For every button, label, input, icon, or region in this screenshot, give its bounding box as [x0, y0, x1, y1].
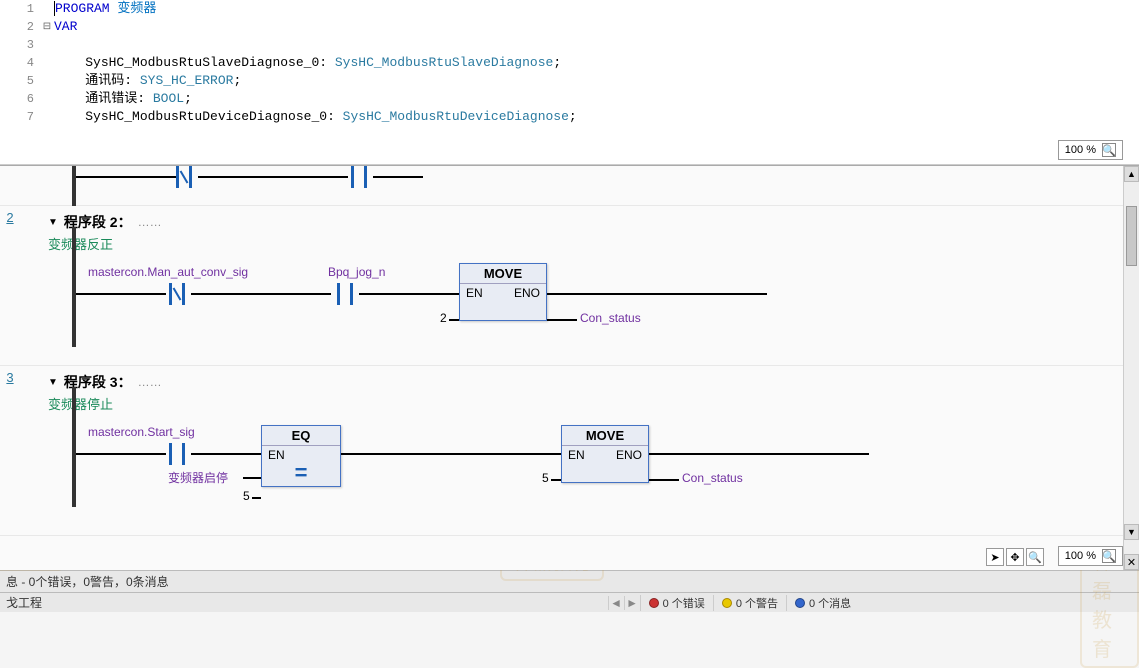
ladder-diagram-pane[interactable]: 2 ▼ 程序段 2： …… 变频器反正 mastercon.Man_aut_co…: [0, 165, 1139, 570]
line-number: 2: [0, 18, 40, 36]
warnings-count: 0 个警告: [736, 595, 778, 611]
scroll-thumb[interactable]: [1126, 206, 1137, 266]
warning-dot-icon: [722, 598, 732, 608]
zoom-value: 100 %: [1065, 550, 1096, 562]
code-line[interactable]: 3: [0, 36, 1139, 54]
zoom-icon[interactable]: 🔍: [1026, 548, 1044, 566]
code-editor-pane[interactable]: 1PROGRAM 变频器2⊟VAR34 SysHC_ModbusRtuSlave…: [0, 0, 1139, 165]
code-line[interactable]: 5 通讯码: SYS_HC_ERROR;: [0, 72, 1139, 90]
contact-no[interactable]: [163, 443, 191, 465]
messages-count: 0 个消息: [809, 595, 851, 611]
ladder-toolbar: ➤ ✥ 🔍: [986, 548, 1044, 566]
code-line[interactable]: 2⊟VAR: [0, 18, 1139, 36]
tab-next-icon[interactable]: ►: [624, 596, 640, 610]
network-comment: 变频器反正: [0, 234, 1139, 257]
code-text[interactable]: SysHC_ModbusRtuSlaveDiagnose_0: SysHC_Mo…: [54, 54, 561, 72]
network-number: 3: [0, 370, 20, 385]
line-number: 5: [0, 72, 40, 90]
code-line[interactable]: 7 SysHC_ModbusRtuDeviceDiagnose_0: SysHC…: [0, 108, 1139, 126]
code-text[interactable]: 通讯码: SYS_HC_ERROR;: [54, 72, 241, 90]
error-dot-icon: [649, 598, 659, 608]
line-number: 6: [0, 90, 40, 108]
zoom-icon[interactable]: 🔍: [1102, 549, 1116, 563]
network-partial: [0, 166, 1139, 206]
network-3: 3 ▼ 程序段 3： …… 变频器停止 mastercon.Start_sig …: [0, 366, 1139, 536]
zoom-icon[interactable]: 🔍: [1102, 143, 1116, 157]
line-number: 7: [0, 108, 40, 126]
eq-symbol: =: [262, 464, 340, 486]
pan-icon[interactable]: ✥: [1006, 548, 1024, 566]
project-tab-label[interactable]: 戈工程: [0, 594, 48, 611]
code-line[interactable]: 1 PROGRAM 变频器: [0, 0, 1139, 18]
contact-no[interactable]: [331, 283, 359, 305]
fbd-pin-eno: ENO: [514, 286, 540, 300]
errors-tab[interactable]: 0 个错误: [640, 595, 713, 611]
scroll-down-icon[interactable]: ▼: [1124, 524, 1139, 540]
contact-nc[interactable]: [170, 166, 198, 188]
status-bar: 息 - 0个错误，0警告，0条消息: [0, 570, 1139, 592]
close-icon[interactable]: ✕: [1124, 554, 1139, 570]
scroll-up-icon[interactable]: ▲: [1124, 166, 1139, 182]
fbd-pin-en: EN: [466, 286, 483, 300]
fbd-move-block[interactable]: MOVE EN ENO: [459, 263, 547, 321]
variable-label[interactable]: mastercon.Man_aut_conv_sig: [88, 265, 248, 279]
disclose-icon[interactable]: ▼: [48, 377, 58, 388]
status-text: 息 - 0个错误，0警告，0条消息: [6, 575, 169, 589]
fbd-pin-en: EN: [568, 448, 585, 462]
pointer-icon[interactable]: ➤: [986, 548, 1004, 566]
input-constant[interactable]: 2: [440, 311, 447, 325]
vertical-scrollbar[interactable]: ▲ ▼ ✕: [1123, 166, 1139, 570]
variable-label[interactable]: Bpq_jog_n: [328, 265, 385, 279]
tab-prev-icon[interactable]: ◄: [608, 596, 624, 610]
fold-icon[interactable]: ⊟: [40, 18, 54, 36]
contact-no[interactable]: [345, 166, 373, 188]
line-number: 1: [0, 0, 40, 18]
zoom-control-bottom[interactable]: 100 % 🔍: [1058, 546, 1123, 566]
network-2: 2 ▼ 程序段 2： …… 变频器反正 mastercon.Man_aut_co…: [0, 206, 1139, 366]
fbd-pin-en: EN: [268, 448, 285, 462]
errors-count: 0 个错误: [663, 595, 705, 611]
line-number: 3: [0, 36, 40, 54]
code-text[interactable]: 通讯错误: BOOL;: [54, 90, 192, 108]
variable-label[interactable]: 变频器启停: [168, 469, 228, 486]
fbd-pin-eno: ENO: [616, 448, 642, 462]
variable-label[interactable]: mastercon.Start_sig: [88, 425, 195, 439]
input-constant[interactable]: 5: [542, 471, 549, 485]
line-number: 4: [0, 54, 40, 72]
network-comment: 变频器停止: [0, 394, 1139, 417]
fbd-title: MOVE: [460, 264, 546, 284]
messages-tab[interactable]: 0 个消息: [786, 595, 859, 611]
message-tabs-bar: 戈工程 ◄ ► 0 个错误 0 个警告 0 个消息: [0, 592, 1139, 612]
warnings-tab[interactable]: 0 个警告: [713, 595, 786, 611]
code-line[interactable]: 6 通讯错误: BOOL;: [0, 90, 1139, 108]
zoom-value: 100 %: [1065, 144, 1096, 156]
fbd-move-block[interactable]: MOVE EN ENO: [561, 425, 649, 483]
output-variable[interactable]: Con_status: [682, 471, 743, 485]
code-line[interactable]: 4 SysHC_ModbusRtuSlaveDiagnose_0: SysHC_…: [0, 54, 1139, 72]
fbd-eq-block[interactable]: EQ EN =: [261, 425, 341, 487]
output-variable[interactable]: Con_status: [580, 311, 641, 325]
fbd-title: EQ: [262, 426, 340, 446]
input-constant[interactable]: 5: [243, 489, 250, 503]
disclose-icon[interactable]: ▼: [48, 217, 58, 228]
fbd-title: MOVE: [562, 426, 648, 446]
code-text[interactable]: SysHC_ModbusRtuDeviceDiagnose_0: SysHC_M…: [54, 108, 577, 126]
contact-nc[interactable]: [163, 283, 191, 305]
code-text[interactable]: VAR: [54, 18, 77, 36]
message-dot-icon: [795, 598, 805, 608]
zoom-control-top[interactable]: 100 % 🔍: [1058, 140, 1123, 160]
code-text[interactable]: PROGRAM 变频器: [54, 0, 156, 18]
network-number: 2: [0, 210, 20, 225]
